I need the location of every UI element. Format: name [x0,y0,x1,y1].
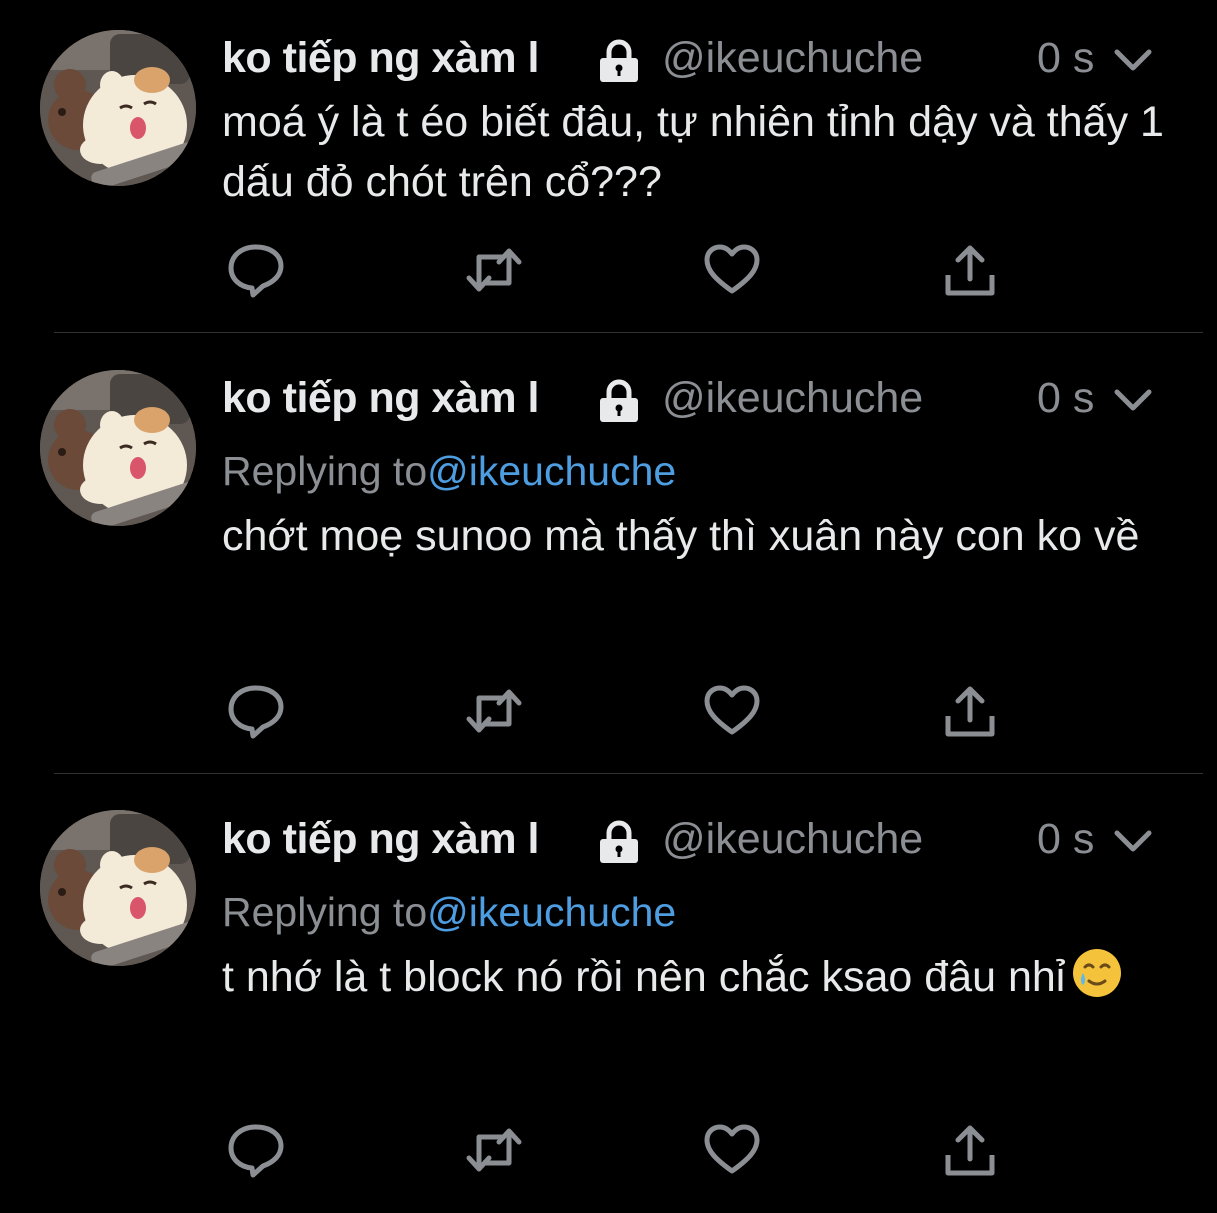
share-icon [941,241,999,299]
timestamp[interactable]: 0 s [1037,815,1094,864]
tweet-actions [226,681,1006,741]
tweet-text: moá ý là t éo biết đâu, tự nhiên tỉnh dậ… [222,98,1164,206]
tweet-header: ko tiếp ng xàm l @ikeuchuche 0 s [222,809,1177,871]
user-handle[interactable]: @ikeuchuche [662,374,923,423]
user-handle[interactable]: @ikeuchuche [662,815,923,864]
lock-icon [596,38,642,84]
share-icon [941,1121,999,1179]
tweet-header: ko tiếp ng xàm l @ikeuchuche 0 s [222,368,1177,430]
tweet[interactable]: ko tiếp ng xàm l @ikeuchuche 0 s Replyin… [0,774,1217,1213]
retweet-icon [465,1121,523,1179]
replying-to: Replying to@ikeuchuche [222,438,1177,504]
tweet-header: ko tiếp ng xàm l @ikeuchuche 0 s [222,28,1177,90]
retweet-button[interactable] [464,681,524,741]
retweet-icon [465,241,523,299]
reply-button[interactable] [226,240,286,300]
avatar[interactable] [40,370,196,526]
avatar[interactable] [40,810,196,966]
tweet[interactable]: ko tiếp ng xàm l @ikeuchuche 0 s Replyin… [0,333,1217,773]
reply-icon [227,1121,285,1179]
like-button[interactable] [702,1120,762,1180]
retweet-button[interactable] [464,240,524,300]
chevron-down-icon[interactable] [1111,386,1155,416]
tweet-content: ko tiếp ng xàm l @ikeuchuche 0 s Replyin… [222,368,1177,566]
share-button[interactable] [940,240,1000,300]
reply-button[interactable] [226,1120,286,1180]
replying-to-label: Replying to [222,889,428,935]
display-name[interactable]: ko tiếp ng xàm l [222,34,539,83]
timestamp[interactable]: 0 s [1037,374,1094,423]
reply-icon [227,241,285,299]
reply-button[interactable] [226,681,286,741]
chevron-down-icon[interactable] [1111,827,1155,857]
reply-icon [227,682,285,740]
share-icon [941,682,999,740]
like-button[interactable] [702,681,762,741]
display-name[interactable]: ko tiếp ng xàm l [222,815,539,864]
lock-icon [596,378,642,424]
smiling-face-with-tear-icon [1071,947,1123,999]
tweet[interactable]: ko tiếp ng xàm l @ikeuchuche 0 s moá ý l… [0,0,1217,332]
replying-to: Replying to@ikeuchuche [222,879,1177,945]
tweet-content: ko tiếp ng xàm l @ikeuchuche 0 s moá ý l… [222,28,1177,212]
tweet-text-block: t nhớ là t block nó rồi nên chắc ksao đâ… [222,947,1177,1007]
display-name[interactable]: ko tiếp ng xàm l [222,374,539,423]
like-icon [703,241,761,299]
replying-to-label: Replying to [222,448,428,494]
replying-to-handle[interactable]: @ikeuchuche [427,448,676,494]
like-icon [703,1121,761,1179]
share-button[interactable] [940,681,1000,741]
chevron-down-icon[interactable] [1111,46,1155,76]
tweet-content: ko tiếp ng xàm l @ikeuchuche 0 s Replyin… [222,809,1177,1007]
share-button[interactable] [940,1120,1000,1180]
timestamp[interactable]: 0 s [1037,34,1094,83]
replying-to-handle[interactable]: @ikeuchuche [427,889,676,935]
tweet-text: t nhớ là t block nó rồi nên chắc ksao đâ… [222,953,1066,1001]
avatar[interactable] [40,30,196,186]
like-icon [703,682,761,740]
like-button[interactable] [702,240,762,300]
tweet-actions [226,240,1006,300]
retweet-icon [465,682,523,740]
timeline: ko tiếp ng xàm l @ikeuchuche 0 s moá ý l… [0,0,1217,1213]
tweet-text: chớt moẹ sunoo mà thấy thì xuân này con … [222,512,1140,560]
lock-icon [596,819,642,865]
retweet-button[interactable] [464,1120,524,1180]
tweet-actions [226,1120,1006,1180]
user-handle[interactable]: @ikeuchuche [662,34,923,83]
